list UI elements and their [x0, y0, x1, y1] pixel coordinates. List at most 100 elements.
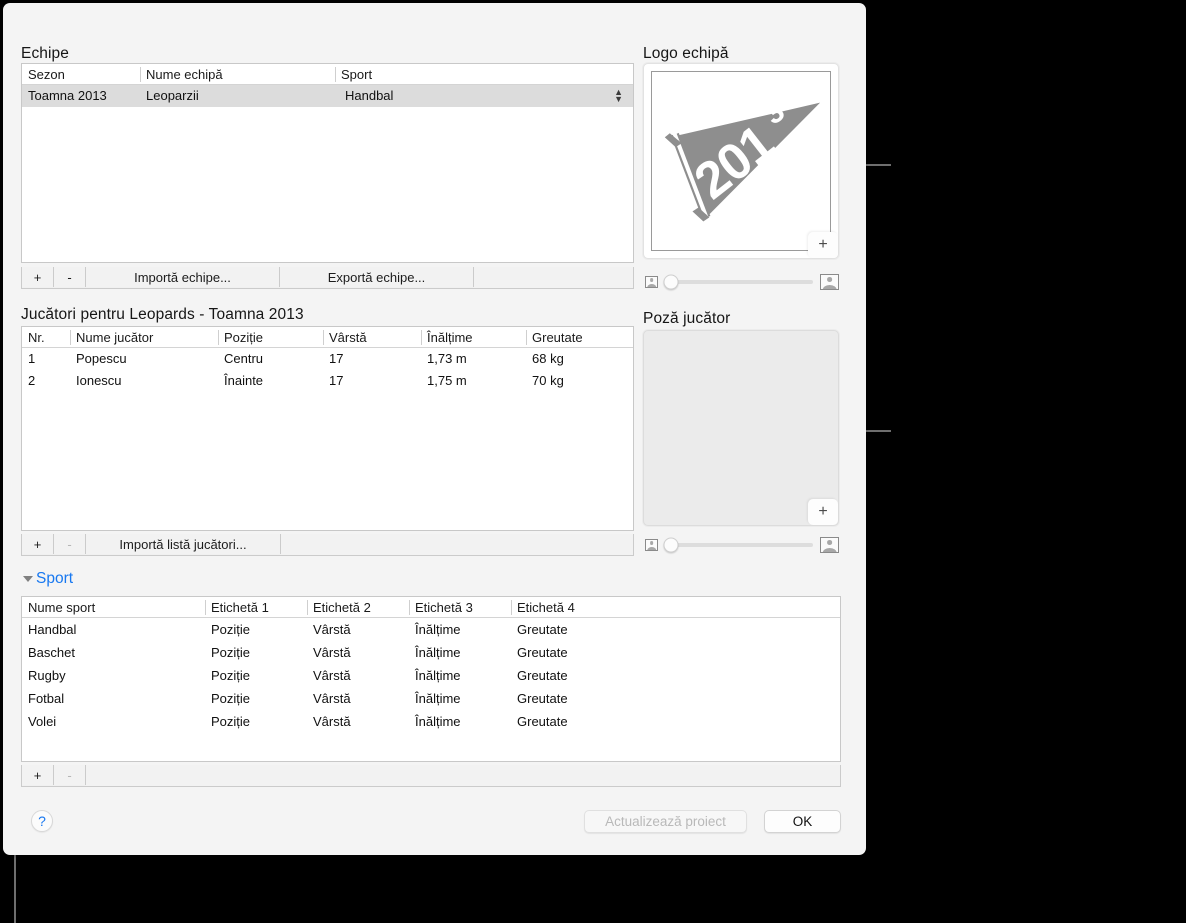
remove-sport-button[interactable]: -	[54, 765, 86, 785]
team-logo-slider-track[interactable]	[663, 274, 813, 290]
players-cell-varsta: 17	[329, 373, 344, 388]
teams-section-label: Echipe	[21, 45, 69, 62]
small-person-icon	[645, 276, 658, 288]
add-player-photo-button[interactable]: +	[808, 499, 838, 525]
export-teams-button[interactable]: Exportă echipe...	[280, 267, 474, 287]
team-logo-slider-thumb[interactable]	[663, 274, 679, 290]
teams-column-sezon[interactable]: Sezon	[22, 64, 140, 85]
players-column-pozitie[interactable]: Poziție	[218, 327, 323, 348]
sport-table-row[interactable]: Rugby Poziție Vârstă Înălțime Greutate	[22, 664, 840, 687]
teams-table[interactable]: Sezon Nume echipă Sport Toamna 2013 Leop…	[21, 63, 634, 263]
players-cell-greutate: 70 kg	[532, 373, 564, 388]
sport-column-eticheta-4[interactable]: Etichetă 4	[511, 597, 840, 618]
players-table-row[interactable]: 1 Popescu Centru 17 1,73 m 68 kg	[22, 348, 633, 370]
add-player-button[interactable]: +	[22, 534, 54, 554]
teams-cell-sport[interactable]: Handbal	[335, 85, 633, 107]
update-project-button[interactable]: Actualizează proiect	[584, 810, 747, 833]
sport-table-row[interactable]: Fotbal Poziție Vârstă Înălțime Greutate	[22, 687, 840, 710]
players-toolbar-filler	[281, 534, 633, 555]
sport-column-eticheta-2[interactable]: Etichetă 2	[307, 597, 409, 618]
players-cell-inaltime: 1,73 m	[427, 351, 467, 366]
players-cell-nume: Ionescu	[76, 373, 122, 388]
sport-cell-eticheta-3: Înălțime	[415, 645, 461, 660]
sport-cell-eticheta-2: Vârstă	[313, 645, 351, 660]
sport-cell-nume: Handbal	[28, 622, 77, 637]
teams-cell-nume-echipa: Leoparzii	[146, 88, 199, 103]
players-table-row[interactable]: 2 Ionescu Înainte 17 1,75 m 70 kg	[22, 370, 633, 392]
sport-cell-nume: Rugby	[28, 668, 66, 683]
remove-player-button[interactable]: -	[54, 534, 86, 554]
teams-toolbar-filler	[474, 267, 633, 288]
add-sport-button[interactable]: +	[22, 765, 54, 785]
team-logo-image-area[interactable]: 201 3	[651, 71, 831, 251]
sport-cell-nume: Baschet	[28, 645, 75, 660]
photo-panel-label: Poză jucător	[643, 310, 731, 327]
teams-column-nume-echipa[interactable]: Nume echipă	[140, 64, 335, 85]
sport-toolbar-filler	[86, 765, 840, 786]
disclosure-triangle-down-icon[interactable]	[23, 576, 33, 582]
sport-disclosure-group[interactable]: Sport	[23, 570, 73, 588]
ok-button[interactable]: OK	[764, 810, 841, 833]
help-button[interactable]: ?	[31, 810, 53, 832]
sport-section-label[interactable]: Sport	[36, 570, 73, 588]
sport-column-eticheta-1[interactable]: Etichetă 1	[205, 597, 307, 618]
teams-table-row[interactable]: Toamna 2013 Leoparzii Handbal ▲ ▼	[22, 85, 633, 107]
team-logo-well[interactable]: 201 3 +	[643, 63, 839, 259]
player-photo-size-slider[interactable]	[645, 536, 839, 554]
sport-table[interactable]: Nume sport Etichetă 1 Etichetă 2 Etichet…	[21, 596, 841, 762]
project-settings-dialog: Echipe Sezon Nume echipă Sport Toamna 20…	[3, 3, 866, 855]
small-person-icon	[645, 539, 658, 551]
sport-cell-eticheta-2: Vârstă	[313, 668, 351, 683]
sport-cell-eticheta-2: Vârstă	[313, 691, 351, 706]
large-person-icon	[820, 537, 839, 553]
players-column-greutate[interactable]: Greutate	[526, 327, 633, 348]
players-column-nr[interactable]: Nr.	[22, 327, 70, 348]
sport-cell-eticheta-3: Înălțime	[415, 668, 461, 683]
players-cell-pozitie: Centru	[224, 351, 264, 366]
teams-column-sport[interactable]: Sport	[335, 64, 633, 85]
screenshot-root: Echipe Sezon Nume echipă Sport Toamna 20…	[0, 0, 1186, 923]
sport-table-row[interactable]: Baschet Poziție Vârstă Înălțime Greutate	[22, 641, 840, 664]
import-player-list-button[interactable]: Importă listă jucători...	[86, 534, 281, 554]
sport-column-nume-sport[interactable]: Nume sport	[22, 597, 205, 618]
sport-cell-eticheta-3: Înălțime	[415, 622, 461, 637]
sport-toolbar: + -	[21, 765, 841, 787]
sport-cell-eticheta-4: Greutate	[517, 714, 568, 729]
sport-column-eticheta-3[interactable]: Etichetă 3	[409, 597, 511, 618]
players-column-inaltime[interactable]: Înălțime	[421, 327, 526, 348]
players-section-label: Jucători pentru Leopards - Toamna 2013	[21, 306, 304, 323]
team-logo-size-slider[interactable]	[645, 273, 839, 291]
player-photo-slider-thumb[interactable]	[663, 537, 679, 553]
sport-cell-eticheta-2: Vârstă	[313, 714, 351, 729]
sport-cell-eticheta-1: Poziție	[211, 714, 251, 729]
add-team-button[interactable]: +	[22, 267, 54, 287]
players-column-varsta[interactable]: Vârstă	[323, 327, 421, 348]
players-cell-pozitie: Înainte	[224, 373, 264, 388]
sport-table-row[interactable]: Handbal Poziție Vârstă Înălțime Greutate	[22, 618, 840, 641]
sport-cell-eticheta-1: Poziție	[211, 645, 251, 660]
players-cell-greutate: 68 kg	[532, 351, 564, 366]
sport-cell-eticheta-4: Greutate	[517, 691, 568, 706]
logo-panel-label: Logo echipă	[643, 45, 729, 62]
teams-table-header: Sezon Nume echipă Sport	[22, 64, 633, 85]
large-person-icon	[820, 274, 839, 290]
players-cell-nr: 2	[28, 373, 36, 388]
player-photo-slider-track[interactable]	[663, 537, 813, 553]
players-table-header: Nr. Nume jucător Poziție Vârstă Înălțime…	[22, 327, 633, 348]
sport-table-header: Nume sport Etichetă 1 Etichetă 2 Etichet…	[22, 597, 840, 618]
players-cell-nr: 1	[28, 351, 36, 366]
teams-cell-sezon: Toamna 2013	[28, 88, 107, 103]
sport-cell-eticheta-1: Poziție	[211, 622, 251, 637]
team-logo-pennant-image: 201 3	[664, 95, 821, 222]
player-photo-well[interactable]: +	[643, 330, 839, 526]
add-team-logo-button[interactable]: +	[808, 232, 838, 258]
players-table[interactable]: Nr. Nume jucător Poziție Vârstă Înălțime…	[21, 326, 634, 531]
players-cell-inaltime: 1,75 m	[427, 373, 467, 388]
popup-chevron-icon[interactable]: ▲ ▼	[614, 88, 623, 104]
sport-table-row[interactable]: Volei Poziție Vârstă Înălțime Greutate	[22, 710, 840, 733]
players-toolbar: + - Importă listă jucători...	[21, 534, 634, 556]
sport-cell-eticheta-3: Înălțime	[415, 691, 461, 706]
players-column-nume[interactable]: Nume jucător	[70, 327, 218, 348]
remove-team-button[interactable]: -	[54, 267, 86, 287]
import-teams-button[interactable]: Importă echipe...	[86, 267, 280, 287]
